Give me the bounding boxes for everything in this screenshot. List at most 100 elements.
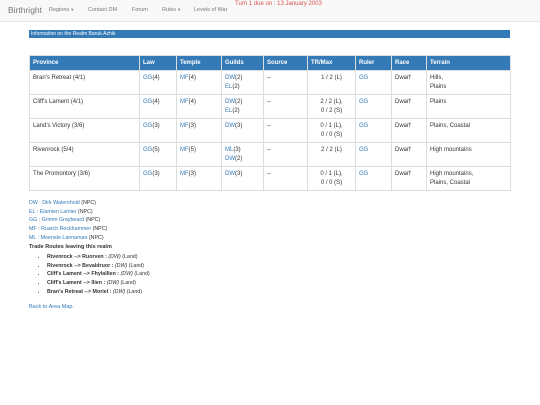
col-province: Province — [29, 55, 140, 71]
nav-regions[interactable]: Regions▼ — [49, 7, 74, 13]
ruler-cell: GG — [355, 70, 392, 95]
guild-value: (2) — [235, 155, 243, 162]
ruler-link[interactable]: GG — [359, 99, 368, 105]
terrain-value: Hills, — [430, 75, 443, 81]
source-cell: -- — [263, 94, 308, 119]
nav-levels-of-war[interactable]: Levels of War — [194, 7, 227, 13]
route-type: (Land) — [127, 262, 145, 269]
terrain-cell: Hills, Plains — [426, 70, 511, 95]
table-row: Cliff's Lament (4/1) GG(4) MF(4) DW(2) EL… — [29, 94, 511, 119]
caret-down-icon: ▼ — [70, 7, 75, 12]
terrain-value: Plains, Coastal — [430, 123, 471, 129]
ruler-link[interactable]: GG — [359, 171, 368, 177]
ruler-legend: DW : Dirk Watershold (NPC) EL : Elamien … — [29, 199, 107, 243]
guild-link[interactable]: DW — [225, 156, 235, 162]
route-owner: (DW) — [106, 254, 121, 260]
source-cell: -- — [263, 118, 308, 143]
tr-value: 2 / 2 (L), — [320, 99, 343, 105]
law-cell: GG(4) — [139, 94, 177, 119]
ruler-link[interactable]: GG — [359, 123, 368, 129]
route-type: (Land) — [119, 280, 136, 287]
source-cell: -- — [263, 70, 308, 95]
guilds-cell: DW(2) EL(2) — [221, 70, 264, 95]
race-cell: Dwarf — [391, 70, 427, 95]
terrain-cell: High mountains, Plains, Coastal — [426, 166, 511, 191]
nav-forum[interactable]: Forum — [132, 7, 148, 13]
guilds-cell: DW(2) EL(2) — [221, 94, 264, 119]
guild-value: (3) — [235, 123, 243, 129]
temple-link[interactable]: MF — [180, 99, 189, 105]
temple-value: (5) — [188, 147, 197, 153]
legend-link[interactable]: EL : Elamien Lamier — [29, 209, 77, 215]
ruler-link[interactable]: GG — [359, 75, 368, 81]
legend-item: ML : Moenele Lannaman (NPC) — [29, 234, 107, 243]
law-value: (4) — [152, 75, 160, 81]
temple-value: (4) — [188, 99, 197, 105]
nav-rules[interactable]: Rules▼ — [162, 7, 181, 13]
temple-link[interactable]: MF — [180, 147, 189, 153]
ruler-link[interactable]: GG — [359, 147, 368, 153]
legend-suffix: (NPC) — [84, 217, 101, 224]
ruler-cell: GG — [355, 94, 392, 119]
table-row: Land's Victory (3/6) GG(3) MF(3) DW(3) -… — [29, 118, 511, 143]
route-path: Bran's Retreat --> Moriel : — [47, 288, 112, 295]
tr-max-cell: 2 / 2 (L) — [307, 142, 356, 167]
brand-link[interactable]: Birthright — [8, 5, 42, 15]
col-temple: Temple — [176, 55, 222, 71]
temple-link[interactable]: MF — [180, 171, 189, 177]
table-row: Rivenrock (5/4) GG(5) MF(5) ML(3) DW(2) -… — [29, 142, 511, 167]
route-path: Cliff's Lament --> Fhylallien : — [47, 271, 120, 278]
province-cell: Land's Victory (3/6) — [29, 118, 140, 143]
legend-link[interactable]: GG : Grimm Graybeard — [29, 217, 84, 223]
temple-link[interactable]: MF — [180, 123, 189, 129]
tr-value: 0 / 1 (L), — [320, 123, 343, 129]
guild-link[interactable]: DW — [225, 75, 235, 81]
route-owner: (DW) — [119, 271, 133, 278]
legend-item: GG : Grimm Graybeard (NPC) — [29, 216, 107, 225]
col-ruler: Ruler — [355, 55, 392, 71]
terrain-cell: Plains, Coastal — [426, 118, 511, 143]
race-cell: Dwarf — [391, 166, 427, 191]
legend-item: EL : Elamien Lamier (NPC) — [29, 208, 107, 217]
temple-link[interactable]: MF — [180, 75, 189, 81]
guild-link[interactable]: DW — [225, 171, 235, 177]
legend-suffix: (NPC) — [87, 234, 104, 241]
law-value: (3) — [152, 123, 160, 129]
legend-link[interactable]: ML : Moenele Lannaman — [29, 235, 87, 241]
law-cell: GG(3) — [139, 118, 177, 143]
law-link[interactable]: GG — [143, 123, 152, 129]
table-header-row: Province Law Temple Guilds Source TR/Max… — [29, 55, 511, 71]
law-link[interactable]: GG — [143, 99, 152, 105]
guild-value: (3) — [235, 171, 243, 177]
tr-max-cell: 0 / 1 (L), 0 / 0 (S) — [307, 166, 356, 191]
route-owner: (DW) — [105, 280, 120, 287]
list-item: Cliff's Lament --> Fhylallien : (DW) (La… — [47, 270, 150, 279]
law-link[interactable]: GG — [143, 75, 152, 81]
guild-value: (2) — [235, 99, 243, 105]
guild-link[interactable]: DW — [225, 123, 235, 129]
table-row: Bran's Retreat (4/1) GG(4) MF(4) DW(2) EL… — [29, 70, 511, 95]
tr-max-cell: 2 / 2 (L), 0 / 2 (S) — [307, 94, 356, 119]
law-link[interactable]: GG — [143, 147, 152, 153]
province-cell: Rivenrock (5/4) — [29, 142, 140, 167]
province-cell: Cliff's Lament (4/1) — [29, 94, 140, 119]
table-row: The Promontory (3/6) GG(3) MF(3) DW(3) -… — [29, 166, 511, 191]
guild-link[interactable]: DW — [225, 99, 235, 105]
temple-value: (3) — [188, 171, 197, 177]
law-value: (5) — [152, 147, 160, 153]
back-to-area-map-link[interactable]: Back to Area Map. — [29, 304, 74, 310]
tr-value: 0 / 0 (S) — [320, 179, 343, 186]
trade-routes-heading: Trade Routes leaving this realm — [29, 244, 112, 250]
temple-cell: MF(5) — [176, 142, 222, 167]
law-link[interactable]: GG — [143, 171, 152, 177]
legend-link[interactable]: MF : Ruarch Rockhammer — [29, 226, 91, 232]
source-cell: -- — [263, 142, 308, 167]
tr-value: 0 / 1 (L), — [320, 171, 343, 177]
provinces-table: Province Law Temple Guilds Source TR/Max… — [29, 55, 511, 191]
route-type: (Land) — [125, 288, 143, 295]
terrain-value: Plains, Coastal — [430, 179, 471, 186]
terrain-value: Plains — [430, 99, 447, 105]
nav-contact-dm[interactable]: Contact DM — [88, 7, 117, 13]
legend-link[interactable]: DW : Dirk Watershold — [29, 200, 80, 206]
terrain-cell: Plains — [426, 94, 511, 119]
